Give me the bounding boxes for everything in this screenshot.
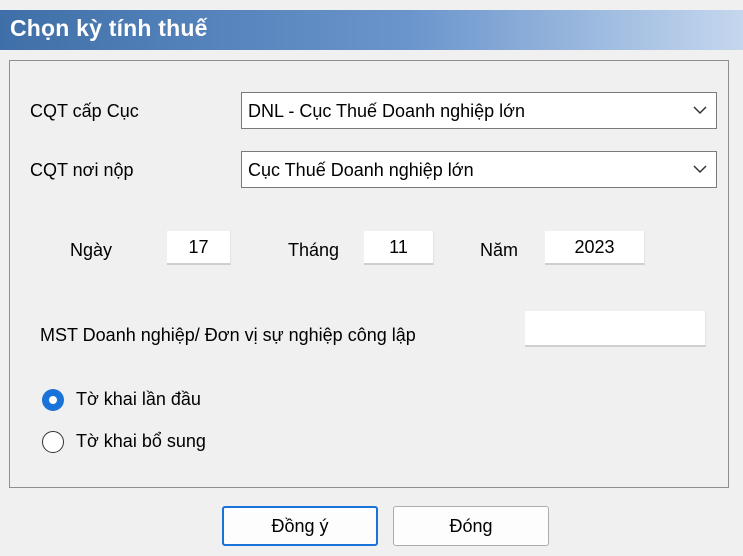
day-label: Ngày xyxy=(70,240,113,260)
chevron-down-icon xyxy=(693,106,707,115)
day-value: 17 xyxy=(188,237,209,257)
chevron-down-icon xyxy=(693,165,707,174)
close-button[interactable]: Đóng xyxy=(393,506,549,546)
window-title: Chọn kỳ tính thuế xyxy=(10,15,208,41)
year-value: 2023 xyxy=(574,237,615,257)
year-label: Năm xyxy=(480,240,519,260)
cqt-cap-cuc-value: DNL - Cục Thuế Doanh nghiệp lớn xyxy=(248,101,525,121)
radio-to-khai-bo-sung[interactable] xyxy=(42,431,64,453)
mst-input[interactable] xyxy=(525,311,706,347)
cqt-noi-nop-select[interactable]: Cục Thuế Doanh nghiệp lớn xyxy=(241,151,717,188)
cqt-cap-cuc-select[interactable]: DNL - Cục Thuế Doanh nghiệp lớn xyxy=(241,92,717,129)
day-input[interactable]: 17 xyxy=(167,231,231,265)
radio-to-khai-lan-dau[interactable] xyxy=(42,389,64,411)
form-panel: CQT cấp Cục DNL - Cục Thuế Doanh nghiệp … xyxy=(9,60,729,488)
cqt-cap-cuc-label: CQT cấp Cục xyxy=(30,101,139,121)
cqt-noi-nop-label: CQT nơi nộp xyxy=(30,160,134,180)
month-input[interactable]: 11 xyxy=(364,231,434,265)
ok-button[interactable]: Đồng ý xyxy=(222,506,378,546)
year-input[interactable]: 2023 xyxy=(545,231,645,265)
cqt-noi-nop-value: Cục Thuế Doanh nghiệp lớn xyxy=(248,160,474,180)
mst-label: MST Doanh nghiệp/ Đơn vị sự nghiệp công … xyxy=(40,325,416,345)
radio-to-khai-bo-sung-label[interactable]: Tờ khai bổ sung xyxy=(76,431,206,452)
month-value: 11 xyxy=(389,237,408,257)
month-label: Tháng xyxy=(288,240,340,260)
radio-to-khai-lan-dau-label[interactable]: Tờ khai lần đầu xyxy=(76,389,201,410)
title-bar: Chọn kỳ tính thuế xyxy=(0,10,743,50)
